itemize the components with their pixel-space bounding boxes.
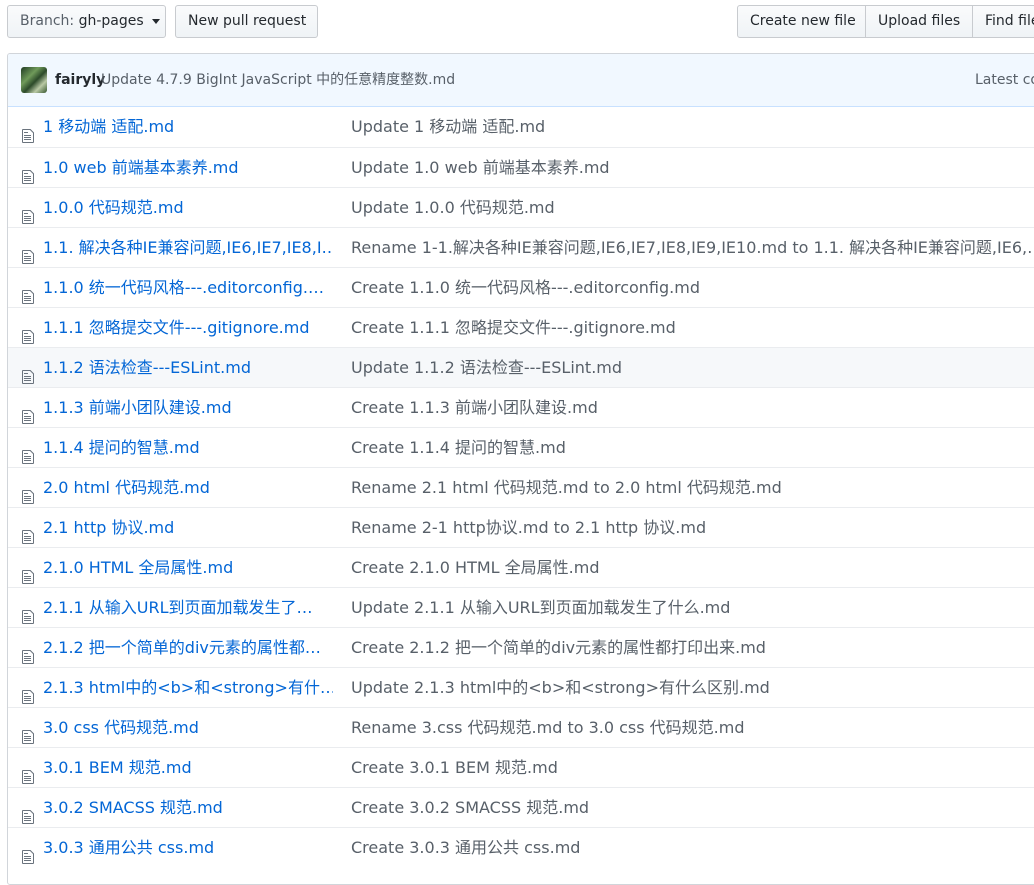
file-name-link[interactable]: 3.0.1 BEM 规范.md <box>43 748 333 787</box>
branch-select-button[interactable]: Branch: gh-pages <box>7 5 166 38</box>
file-name-link[interactable]: 2.0 html 代码规范.md <box>43 468 333 507</box>
file-name-link[interactable]: 1.1.1 忽略提交文件---.gitignore.md <box>43 308 333 347</box>
branch-label: Branch: <box>20 13 75 29</box>
file-name-link[interactable]: 2.1.0 HTML 全局属性.md <box>43 548 333 587</box>
file-icon <box>21 840 35 864</box>
table-row: 2.1.3 html中的<b>和<strong>有什… Update 2.1.3 … <box>8 667 1034 707</box>
file-icon <box>21 600 35 624</box>
new-pull-request-button[interactable]: New pull request <box>175 5 318 38</box>
table-row: 3.0.2 SMACSS 规范.md Create 3.0.2 SMACSS 规范… <box>8 787 1034 827</box>
table-row: 2.1.2 把一个简单的div元素的属性都… Create 2.1.2 把一个简单… <box>8 627 1034 667</box>
file-name-link[interactable]: 1.1.0 统一代码风格---.editorconfig.… <box>43 268 333 307</box>
file-name-link[interactable]: 2.1.1 从输入URL到页面加载发生了… <box>43 588 333 627</box>
file-name-link[interactable]: 1.0.0 代码规范.md <box>43 188 333 227</box>
commit-message-link[interactable]: Create 1.1.0 统一代码风格---.editorconfig.md <box>351 268 1034 307</box>
file-icon <box>21 720 35 744</box>
table-row: 1.1.0 统一代码风格---.editorconfig.… Create 1.1… <box>8 267 1034 307</box>
commit-message-link[interactable]: Update 4.7.9 BigInt JavaScript 中的任意精度整数.… <box>101 54 455 106</box>
file-name-link[interactable]: 2.1 http 协议.md <box>43 508 333 547</box>
table-row: 1.0.0 代码规范.md Update 1.0.0 代码规范.md <box>8 187 1034 227</box>
file-name-link[interactable]: 3.0.3 通用公共 css.md <box>43 828 333 867</box>
table-row: 1.1.3 前端小团队建设.md Create 1.1.3 前端小团队建设.md <box>8 387 1034 427</box>
table-row: 1.1.1 忽略提交文件---.gitignore.md Create 1.1.1… <box>8 307 1034 347</box>
file-name-link[interactable]: 1.1.2 语法检查---ESLint.md <box>43 348 333 387</box>
caret-down-icon <box>152 18 161 24</box>
table-row: 2.1 http 协议.md Rename 2-1 http协议.md to 2.… <box>8 507 1034 547</box>
toolbar: Branch: gh-pages New pull request Create… <box>0 0 1034 52</box>
file-icon <box>21 760 35 784</box>
commit-message-link[interactable]: Create 1.1.3 前端小团队建设.md <box>351 388 1034 427</box>
file-name-link[interactable]: 1.0 web 前端基本素养.md <box>43 148 333 187</box>
file-name-link[interactable]: 3.0.2 SMACSS 规范.md <box>43 788 333 827</box>
file-name-link[interactable]: 1.1. 解决各种IE兼容问题,IE6,IE7,IE8,I… <box>43 228 333 267</box>
file-icon <box>21 200 35 224</box>
table-row: 1.1. 解决各种IE兼容问题,IE6,IE7,IE8,I… Rename 1-1… <box>8 227 1034 267</box>
file-list: 1 移动端 适配.md Update 1 移动端 适配.md 1.0 web 前端基… <box>8 107 1034 867</box>
file-list-box: fairyly Update 4.7.9 BigInt JavaScript 中… <box>7 53 1034 885</box>
table-row: 2.0 html 代码规范.md Rename 2.1 html 代码规范.md … <box>8 467 1034 507</box>
table-row: 2.1.0 HTML 全局属性.md Create 2.1.0 HTML 全局属性… <box>8 547 1034 587</box>
commit-message-link[interactable]: Update 2.1.3 html中的<b>和<strong>有什么区别.md <box>351 668 1034 707</box>
file-name-link[interactable]: 3.0 css 代码规范.md <box>43 708 333 747</box>
table-row: 2.1.1 从输入URL到页面加载发生了… Update 2.1.1 从输入URL… <box>8 587 1034 627</box>
file-icon <box>21 480 35 504</box>
file-icon <box>21 680 35 704</box>
file-icon <box>21 320 35 344</box>
commit-message-link[interactable]: Create 2.1.0 HTML 全局属性.md <box>351 548 1034 587</box>
file-name-link[interactable]: 1 移动端 适配.md <box>43 107 333 146</box>
table-row: 3.0.1 BEM 规范.md Create 3.0.1 BEM 规范.md <box>8 747 1034 787</box>
commit-message-link[interactable]: Rename 2-1 http协议.md to 2.1 http 协议.md <box>351 508 1034 547</box>
file-name-link[interactable]: 2.1.3 html中的<b>和<strong>有什… <box>43 668 333 707</box>
commit-message-link[interactable]: Rename 1-1.解决各种IE兼容问题,IE6,IE7,IE8,IE9,IE… <box>351 228 1034 267</box>
commit-message-link[interactable]: Rename 3.css 代码规范.md to 3.0 css 代码规范.md <box>351 708 1034 747</box>
commit-message-link[interactable]: Create 3.0.1 BEM 规范.md <box>351 748 1034 787</box>
commit-message-link[interactable]: Create 1.1.1 忽略提交文件---.gitignore.md <box>351 308 1034 347</box>
file-name-link[interactable]: 1.1.3 前端小团队建设.md <box>43 388 333 427</box>
file-icon <box>21 400 35 424</box>
create-new-file-button[interactable]: Create new file <box>737 5 866 38</box>
commit-message-link[interactable]: Create 1.1.4 提问的智慧.md <box>351 428 1034 467</box>
file-name-link[interactable]: 1.1.4 提问的智慧.md <box>43 428 333 467</box>
table-row: 1.1.2 语法检查---ESLint.md Update 1.1.2 语法检查-… <box>8 347 1034 387</box>
table-row: 1.0 web 前端基本素养.md Update 1.0 web 前端基本素养.m… <box>8 147 1034 187</box>
file-icon <box>21 360 35 384</box>
commit-message-link[interactable]: Update 1.0.0 代码规范.md <box>351 188 1034 227</box>
file-icon <box>21 560 35 584</box>
file-icon <box>21 280 35 304</box>
commit-message-link[interactable]: Create 2.1.2 把一个简单的div元素的属性都打印出来.md <box>351 628 1034 667</box>
commit-author-link[interactable]: fairyly <box>55 54 105 106</box>
commit-message-link[interactable]: Update 1.1.2 语法检查---ESLint.md <box>351 348 1034 387</box>
file-icon <box>21 640 35 664</box>
table-row: 3.0 css 代码规范.md Rename 3.css 代码规范.md to 3… <box>8 707 1034 747</box>
table-row: 1 移动端 适配.md Update 1 移动端 适配.md <box>8 107 1034 147</box>
commit-message-link[interactable]: Update 1 移动端 适配.md <box>351 107 1034 146</box>
upload-files-button[interactable]: Upload files <box>865 5 973 38</box>
commit-message-link[interactable]: Update 1.0 web 前端基本素养.md <box>351 148 1034 187</box>
file-icon <box>21 800 35 824</box>
avatar[interactable] <box>21 67 47 93</box>
commit-message-link[interactable]: Create 3.0.3 通用公共 css.md <box>351 828 1034 867</box>
table-row: 3.0.3 通用公共 css.md Create 3.0.3 通用公共 css.m… <box>8 827 1034 867</box>
commit-message-link[interactable]: Create 3.0.2 SMACSS 规范.md <box>351 788 1034 827</box>
file-icon <box>21 240 35 264</box>
file-icon <box>21 119 35 143</box>
find-file-button[interactable]: Find file <box>972 5 1034 38</box>
file-icon <box>21 160 35 184</box>
file-icon <box>21 520 35 544</box>
branch-value: gh-pages <box>78 13 144 29</box>
file-name-link[interactable]: 2.1.2 把一个简单的div元素的属性都… <box>43 628 333 667</box>
file-icon <box>21 440 35 464</box>
latest-commit-label: Latest commit <box>975 72 1034 88</box>
table-row: 1.1.4 提问的智慧.md Create 1.1.4 提问的智慧.md <box>8 427 1034 467</box>
commit-message-link[interactable]: Update 2.1.1 从输入URL到页面加载发生了什么.md <box>351 588 1034 627</box>
commit-message-link[interactable]: Rename 2.1 html 代码规范.md to 2.0 html 代码规范… <box>351 468 1034 507</box>
latest-commit-bar: fairyly Update 4.7.9 BigInt JavaScript 中… <box>8 54 1034 107</box>
